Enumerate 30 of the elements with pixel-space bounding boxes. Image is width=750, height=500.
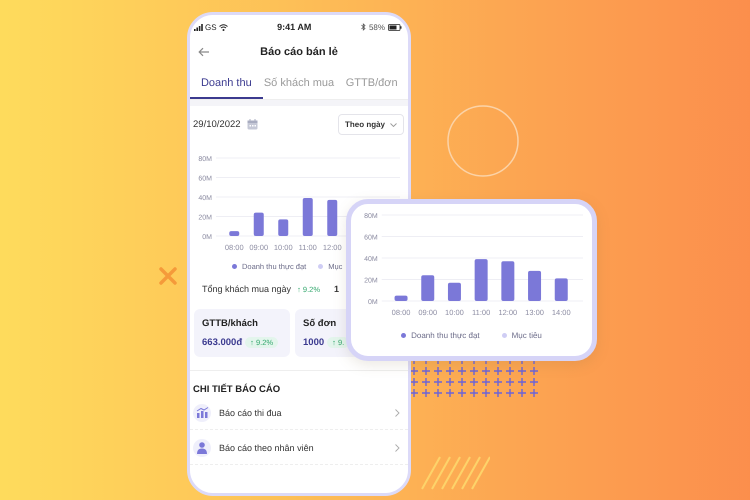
chevron-right-icon bbox=[395, 444, 400, 452]
stripe-pattern-drawing bbox=[420, 455, 490, 491]
signal-icon bbox=[194, 24, 203, 30]
date-label: 29/10/2022 bbox=[193, 119, 241, 130]
legend-label: Doanh thu thực đạt bbox=[411, 331, 480, 340]
battery-icon bbox=[388, 24, 402, 30]
back-arrow-icon[interactable] bbox=[198, 47, 210, 57]
calendar-icon[interactable] bbox=[246, 119, 258, 130]
report-link[interactable]: Báo cáo theo nhân viên bbox=[190, 431, 408, 465]
card-title: GTTB/khách bbox=[202, 318, 259, 329]
chevron-right-icon bbox=[395, 408, 400, 416]
battery-percent: 58% bbox=[368, 22, 385, 32]
person-icon bbox=[197, 442, 207, 454]
legend-label: Mục tiêu bbox=[512, 331, 542, 340]
cross-mark bbox=[158, 266, 178, 286]
bluetooth-icon bbox=[360, 23, 366, 31]
summary-label: Tổng khách mua ngày bbox=[202, 284, 292, 294]
section-heading: CHI TIẾT BÁO CÁO bbox=[192, 382, 282, 395]
wifi-icon bbox=[218, 24, 228, 30]
card-value: 1000 bbox=[303, 337, 324, 348]
clock-time: 9:41 AM bbox=[277, 22, 312, 32]
card-title: Số đơn bbox=[303, 318, 338, 329]
chart-icon bbox=[196, 407, 208, 418]
card-value: 663.000đ bbox=[202, 337, 242, 348]
report-link[interactable]: Báo cáo thi đua bbox=[190, 396, 408, 430]
period-dropdown[interactable]: Theo ngày bbox=[338, 114, 404, 135]
screen-title: Báo cáo bán lẻ bbox=[260, 46, 338, 58]
summary-value: 1 bbox=[334, 284, 340, 294]
chevron-down-icon bbox=[390, 122, 397, 126]
carrier-name: GS bbox=[205, 22, 217, 32]
